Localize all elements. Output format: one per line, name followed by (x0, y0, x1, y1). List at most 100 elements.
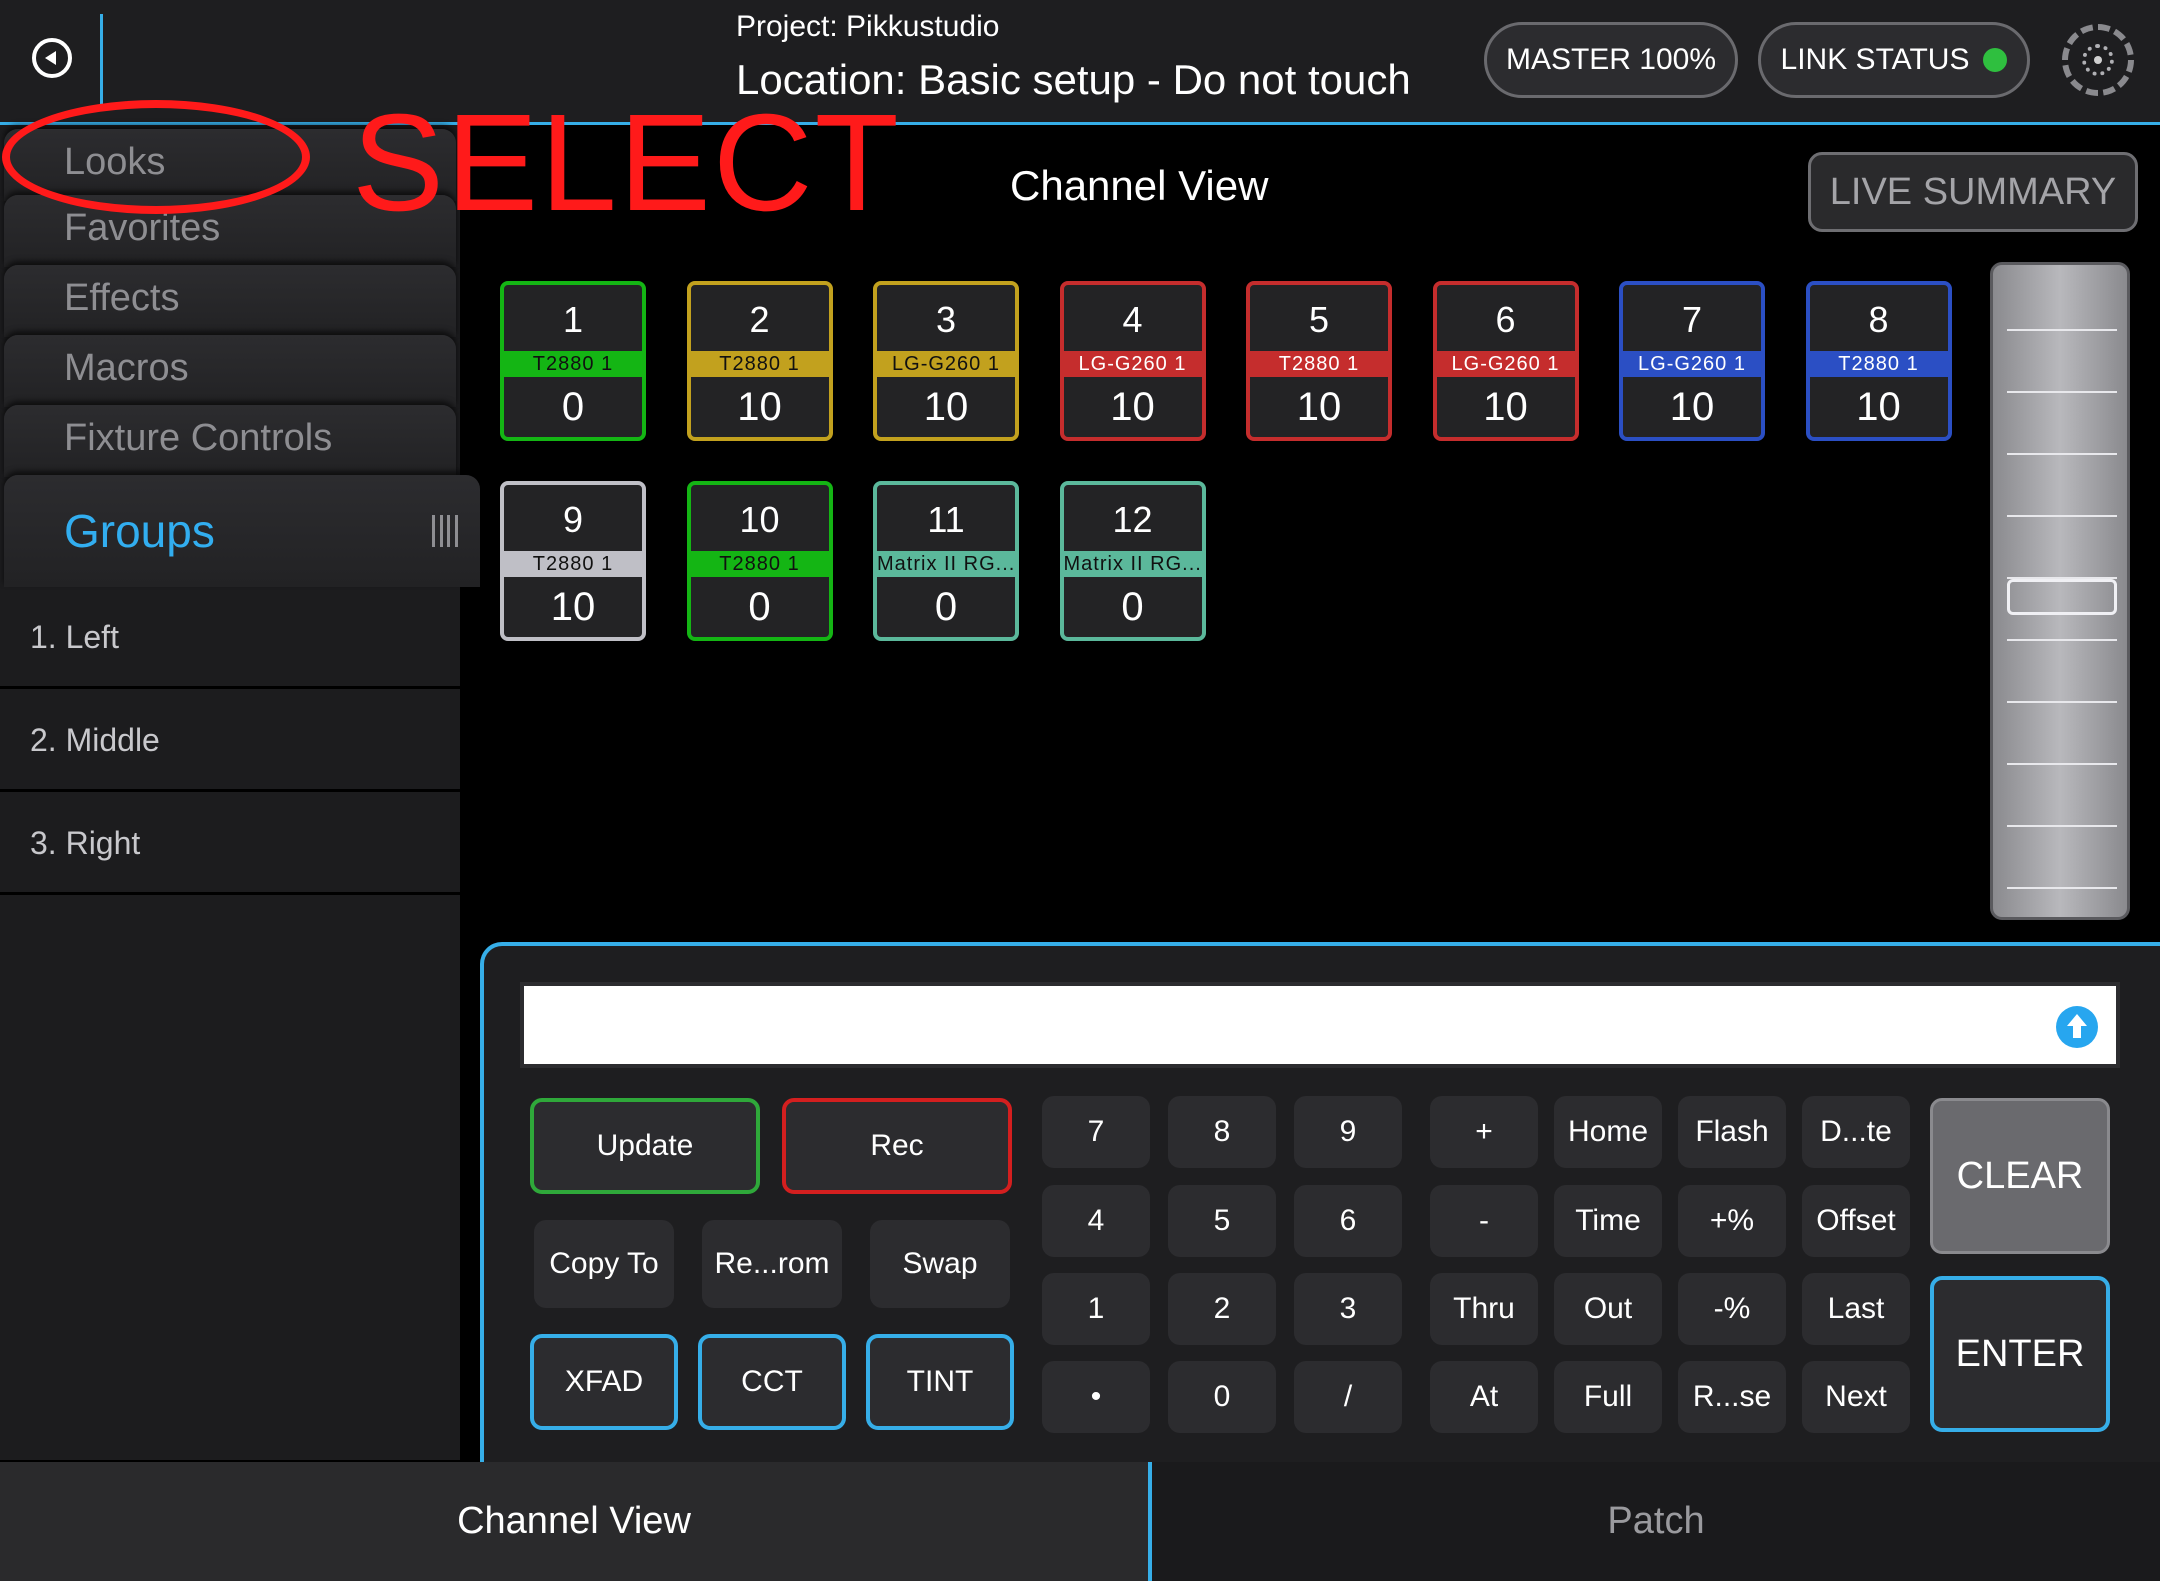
group-item-middle[interactable]: 2. Middle (0, 692, 460, 792)
channel-tile[interactable]: 11 Matrix II RG... 0 (873, 481, 1019, 641)
keypad-key[interactable]: 9 (1294, 1096, 1402, 1168)
fader-tick (2007, 391, 2117, 393)
channel-number: 11 (927, 499, 965, 540)
keypad-key[interactable]: 7 (1042, 1096, 1150, 1168)
divider (100, 14, 103, 108)
channel-number: 9 (562, 499, 584, 540)
keypad-key[interactable]: Thru (1430, 1273, 1538, 1345)
channel-number: 12 (1112, 499, 1153, 540)
channel-number: 4 (1122, 299, 1143, 340)
keypad-key[interactable]: Home (1554, 1096, 1662, 1168)
channel-fixture-label: T2880 1 (1809, 351, 1948, 377)
keypad-key[interactable]: Offset (1802, 1185, 1910, 1257)
keypad-key[interactable]: + (1430, 1096, 1538, 1168)
group-label: 1. Left (30, 619, 119, 655)
channel-tile[interactable]: 6 LG-G260 1 10 (1432, 281, 1579, 441)
channel-fixture-label: LG-G260 1 (1436, 351, 1575, 377)
back-icon[interactable] (32, 38, 72, 78)
group-label: 2. Middle (30, 722, 160, 758)
channel-tile[interactable]: 12 Matrix II RG... 0 (1059, 481, 1206, 641)
keypad-key[interactable]: / (1294, 1361, 1402, 1433)
channel-number: 6 (1495, 299, 1516, 340)
keypad-key[interactable]: Full (1554, 1361, 1662, 1433)
keypad-key[interactable]: Time (1554, 1185, 1662, 1257)
link-status-button[interactable]: LINK STATUS (1758, 22, 2030, 98)
drag-handle-icon[interactable] (432, 515, 458, 547)
tab-patch[interactable]: Patch (1152, 1462, 2160, 1581)
keypad-key[interactable]: 5 (1168, 1185, 1276, 1257)
cct-button[interactable]: CCT (698, 1334, 846, 1430)
channel-value: 10 (1110, 385, 1155, 429)
live-summary-button[interactable]: LIVE SUMMARY (1808, 152, 2138, 232)
keypad-key[interactable]: 6 (1294, 1185, 1402, 1257)
channel-fixture-label: T2880 1 (504, 351, 642, 377)
keypad-key[interactable]: At (1430, 1361, 1538, 1433)
channel-tile[interactable]: 5 T2880 1 10 (1246, 281, 1392, 441)
tab-channel-view[interactable]: Channel View (0, 1462, 1148, 1581)
channel-number: 3 (935, 299, 957, 340)
update-button[interactable]: Update (530, 1098, 760, 1194)
remove-from-button[interactable]: Re...rom (702, 1220, 842, 1308)
keypad-key[interactable]: R...se (1678, 1361, 1786, 1433)
master-button[interactable]: MASTER 100% (1484, 22, 1738, 98)
keypad-key[interactable]: 0 (1168, 1361, 1276, 1433)
upload-icon[interactable] (2056, 1006, 2098, 1048)
channel-tile[interactable]: 10 T2880 1 0 (686, 481, 833, 641)
tint-button[interactable]: TINT (866, 1334, 1014, 1430)
level-fader[interactable] (1990, 262, 2130, 920)
keypad-key[interactable]: • (1042, 1361, 1150, 1433)
channel-tile[interactable]: 9 T2880 1 10 (500, 481, 646, 641)
keypad-key[interactable]: 8 (1168, 1096, 1276, 1168)
group-item-right[interactable]: 3. Right (0, 795, 460, 895)
annotation-text: SELECT (352, 86, 901, 240)
keypad-key[interactable]: Last (1802, 1273, 1910, 1345)
sidebar-tab-effects[interactable]: Effects (4, 265, 456, 337)
command-line-input[interactable] (520, 982, 2120, 1068)
keypad-key[interactable]: - (1430, 1185, 1538, 1257)
channel-number: 8 (1868, 299, 1889, 340)
channel-tile[interactable]: 1 T2880 1 0 (500, 281, 646, 441)
keypad-key[interactable]: 2 (1168, 1273, 1276, 1345)
swap-button[interactable]: Swap (870, 1220, 1010, 1308)
group-item-left[interactable]: 1. Left (0, 589, 460, 689)
enter-button[interactable]: ENTER (1930, 1276, 2110, 1432)
keypad-key[interactable]: 3 (1294, 1273, 1402, 1345)
keypad-key[interactable]: Flash (1678, 1096, 1786, 1168)
channel-value: 0 (934, 585, 958, 629)
channel-value: 10 (550, 585, 596, 629)
fader-tick (2007, 453, 2117, 455)
fader-tick (2007, 639, 2117, 641)
channel-value: 0 (561, 385, 585, 429)
network-icon[interactable] (2062, 24, 2134, 96)
keypad-key[interactable]: Out (1554, 1273, 1662, 1345)
keypad-key[interactable]: D...te (1802, 1096, 1910, 1168)
page-title: Channel View (1010, 162, 1269, 209)
keypad-key[interactable]: -% (1678, 1273, 1786, 1345)
fader-knob[interactable] (2007, 579, 2117, 615)
sidebar-tab-macros[interactable]: Macros (4, 335, 456, 407)
keypad-key[interactable]: +% (1678, 1185, 1786, 1257)
rec-button[interactable]: Rec (782, 1098, 1012, 1194)
channel-fixture-label: T2880 1 (504, 551, 642, 577)
copy-to-button[interactable]: Copy To (534, 1220, 674, 1308)
channel-value: 10 (1856, 385, 1901, 429)
clear-button[interactable]: CLEAR (1930, 1098, 2110, 1254)
channel-tile[interactable]: 3 LG-G260 1 10 (873, 281, 1019, 441)
channel-fixture-label: Matrix II RG... (877, 551, 1015, 577)
sidebar-tab-groups[interactable]: Groups (4, 475, 480, 587)
status-dot-icon (1983, 48, 2008, 72)
keypad-key[interactable]: 4 (1042, 1185, 1150, 1257)
channel-tile[interactable]: 2 T2880 1 10 (686, 281, 833, 441)
channel-tile[interactable]: 4 LG-G260 1 10 (1059, 281, 1206, 441)
link-status-label: LINK STATUS (1780, 43, 1970, 76)
fader-tick (2007, 701, 2117, 703)
sidebar-tab-fixture-controls[interactable]: Fixture Controls (4, 405, 456, 477)
keypad-key[interactable]: Next (1802, 1361, 1910, 1433)
fader-tick (2007, 825, 2117, 827)
channel-tile[interactable]: 8 T2880 1 10 (1805, 281, 1952, 441)
xfad-button[interactable]: XFAD (530, 1334, 678, 1430)
group-label: 3. Right (30, 825, 141, 861)
keypad-key[interactable]: 1 (1042, 1273, 1150, 1345)
channel-tile[interactable]: 7 LG-G260 1 10 (1619, 281, 1765, 441)
fader-tick (2007, 329, 2117, 331)
